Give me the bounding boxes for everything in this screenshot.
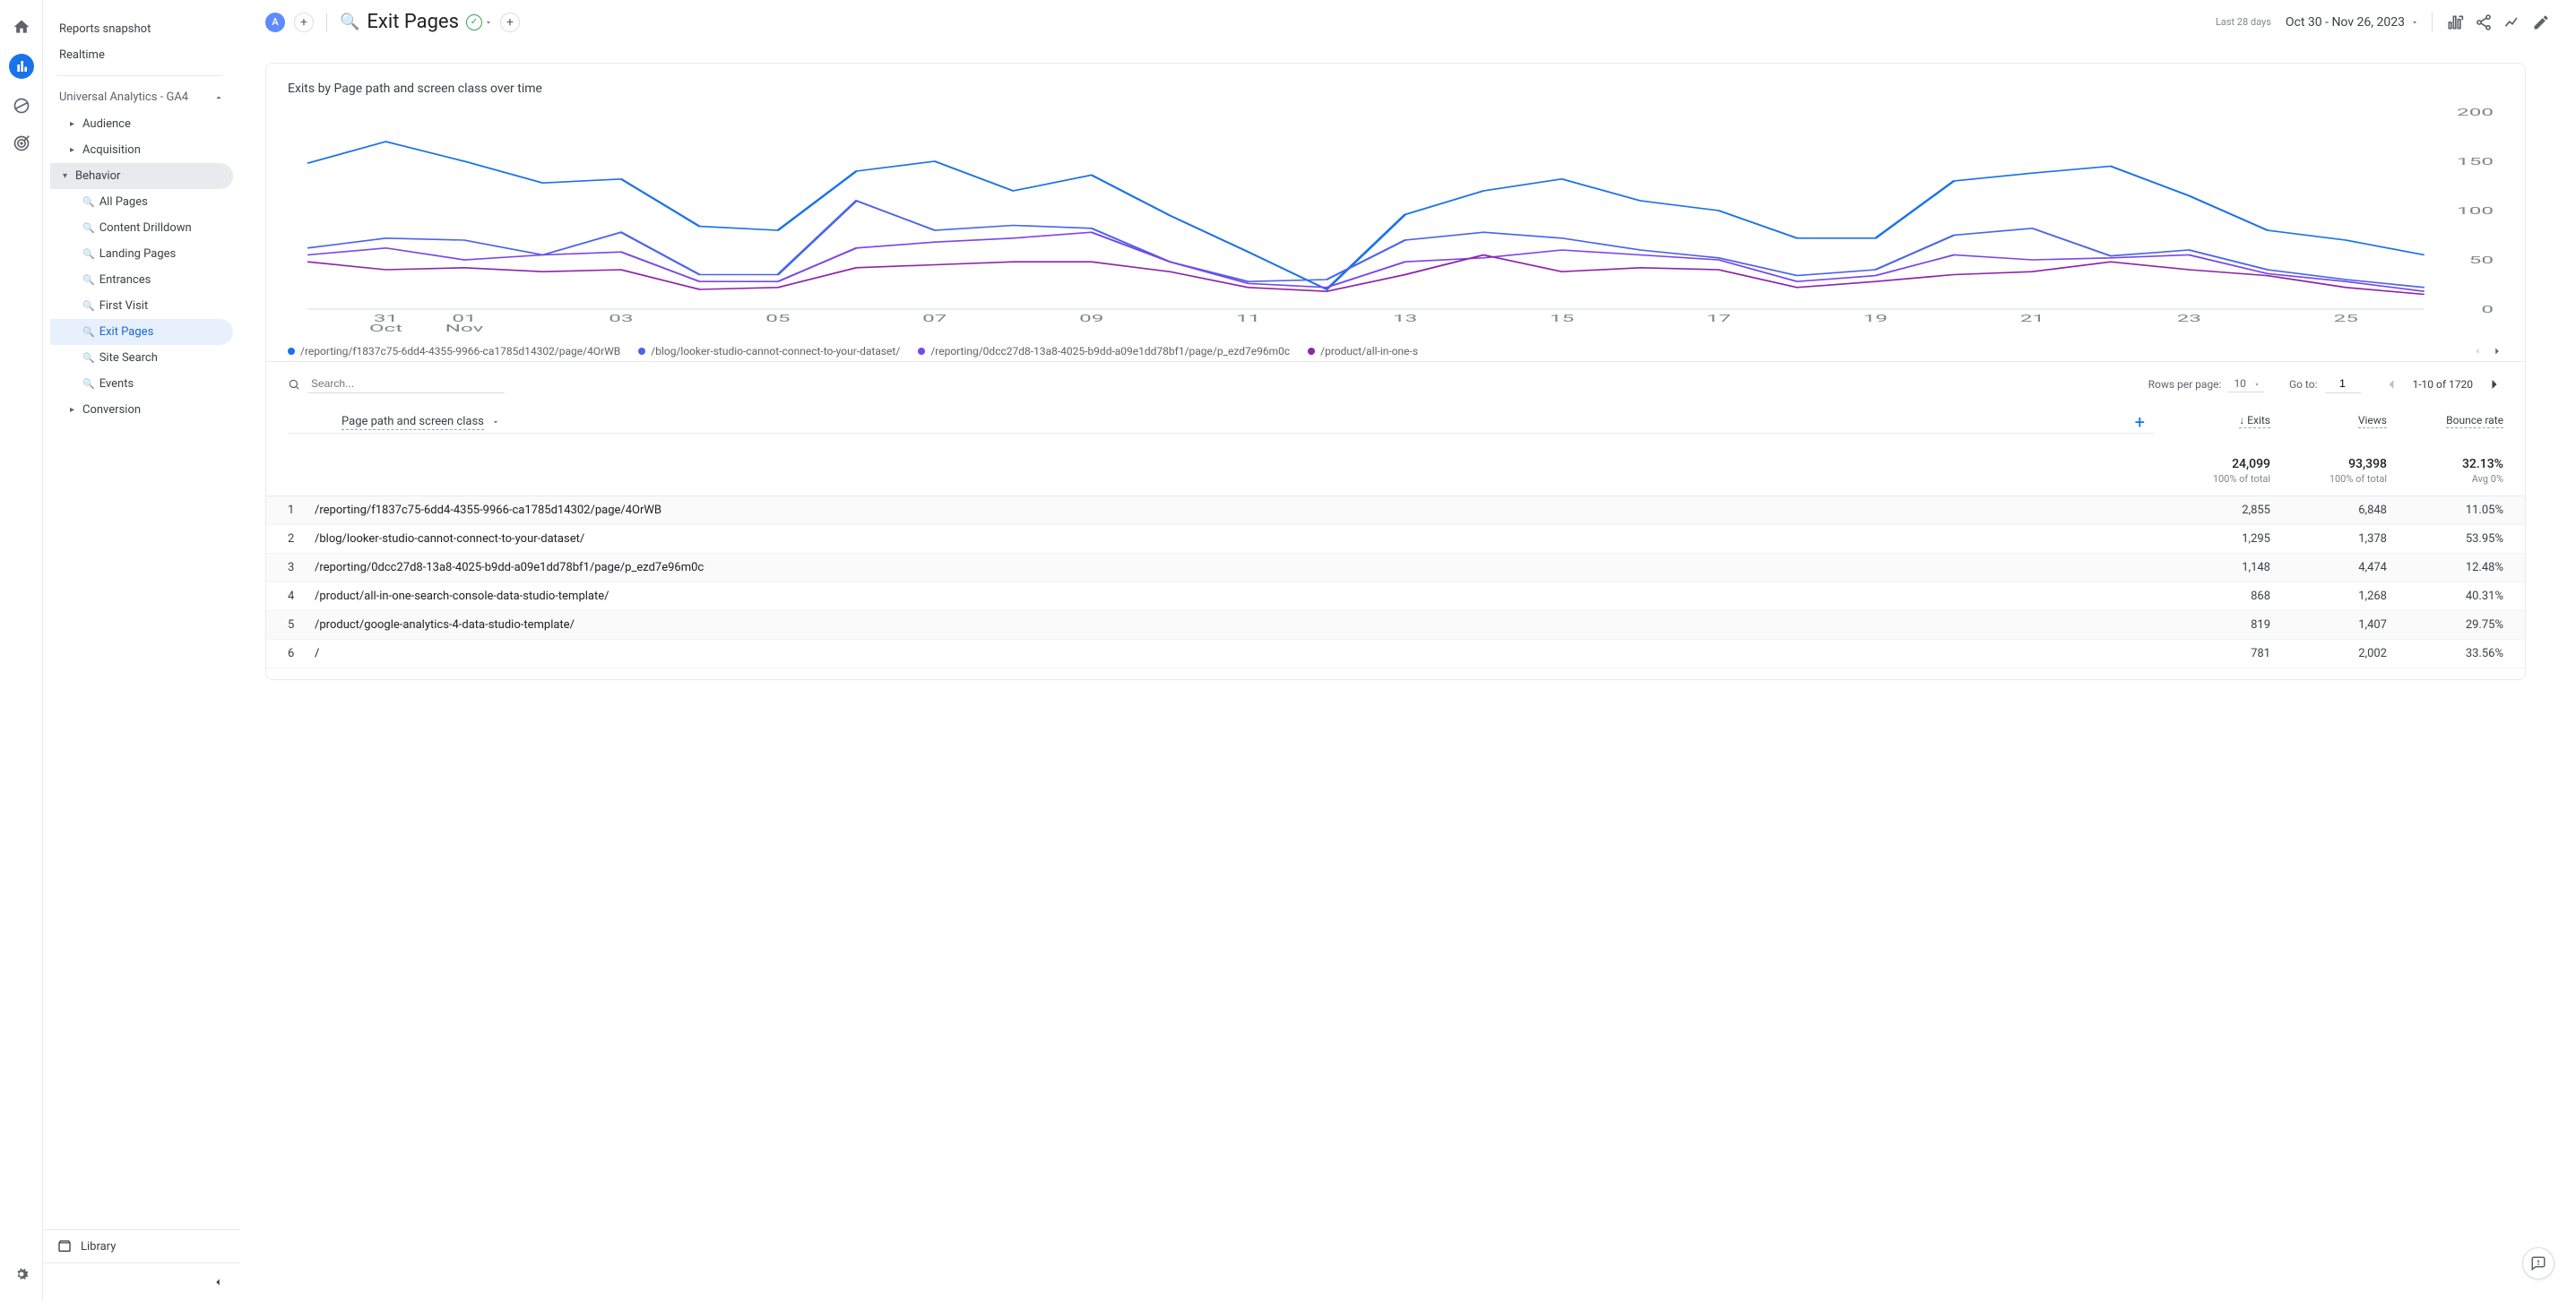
chevron-down-icon[interactable] [491,418,500,426]
nav-item-events[interactable]: 🔍Events [50,371,233,397]
legend-item[interactable]: /reporting/f1837c75-6dd4-4355-9966-ca178… [288,345,620,358]
svg-text:25: 25 [2334,313,2358,324]
next-page-icon[interactable] [2485,375,2503,393]
table-row[interactable]: 6/7812,00233.56% [266,640,2525,668]
table-search-input[interactable] [307,375,505,393]
nav-item-landing-pages[interactable]: 🔍Landing Pages [50,241,233,267]
total-exits: 24,099100% of total [2154,457,2270,485]
svg-text:Nov: Nov [445,323,484,334]
goto-page-input[interactable] [2325,375,2361,393]
library-label: Library [81,1240,116,1254]
svg-text:19: 19 [1863,313,1888,324]
page-title: Exit Pages [367,11,459,33]
svg-text:09: 09 [1079,313,1103,324]
table-header: Page path and screen class + ↓ ExitsView… [266,402,2525,443]
metric-header-bounce-rate[interactable]: Bounce rate [2387,414,2503,431]
svg-text:50: 50 [2469,254,2494,266]
rows-per-page-select[interactable]: 10 [2228,375,2264,392]
metric-header-exits[interactable]: ↓ Exits [2154,414,2270,431]
svg-text:23: 23 [2177,313,2201,324]
chart-legend: /reporting/f1837c75-6dd4-4355-9966-ca178… [266,336,2525,361]
nav-group-audience[interactable]: ▸Audience [50,111,233,137]
svg-text:17: 17 [1707,313,1731,324]
svg-text:0: 0 [2481,304,2494,315]
legend-next-icon[interactable] [2491,345,2503,358]
nav-group-acquisition[interactable]: ▸Acquisition [50,137,233,163]
date-range-picker[interactable]: Oct 30 - Nov 26, 2023 [2286,15,2419,30]
customize-report-icon[interactable] [2445,13,2465,32]
svg-text:15: 15 [1550,313,1574,324]
feedback-button[interactable] [2522,1247,2554,1279]
nav-rail [0,0,43,1301]
table-row[interactable]: 2/blog/looker-studio-cannot-connect-to-y… [266,525,2525,554]
svg-text:13: 13 [1393,313,1417,324]
add-dimension-button[interactable]: + [2135,411,2145,433]
svg-text:21: 21 [2020,313,2044,324]
nav-item-site-search[interactable]: 🔍Site Search [50,345,233,371]
metric-header-views[interactable]: Views [2270,414,2387,431]
chevron-down-icon[interactable] [484,18,493,27]
svg-text:03: 03 [609,313,633,324]
svg-text:Oct: Oct [369,323,402,334]
goto-label: Go to: [2289,378,2318,391]
table-row[interactable]: 4/product/all-in-one-search-console-data… [266,582,2525,611]
collapse-sidebar[interactable] [43,1263,240,1301]
page-range: 1-10 of 1720 [2413,378,2474,391]
svg-text:05: 05 [765,313,790,324]
nav-item-content-drilldown[interactable]: 🔍Content Drilldown [50,215,233,241]
search-icon [288,378,300,391]
total-bounce-rate: 32.13%Avg 0% [2387,457,2503,485]
legend-item[interactable]: /reporting/0dcc27d8-13a8-4025-b9dd-a09e1… [918,345,1290,358]
insights-icon[interactable] [2503,13,2522,32]
table-row[interactable]: 5/product/google-analytics-4-data-studio… [266,611,2525,640]
edit-icon[interactable] [2531,13,2551,32]
svg-text:11: 11 [1236,313,1260,324]
chart-title: Exits by Page path and screen class over… [266,82,2525,103]
search-icon: 🔍 [340,13,359,31]
nav-item-exit-pages[interactable]: 🔍Exit Pages [50,319,233,345]
table-row[interactable]: 1/reporting/f1837c75-6dd4-4355-9966-ca17… [266,496,2525,525]
legend-prev-icon[interactable] [2471,345,2484,358]
line-chart[interactable]: 05010015020031Oct01Nov030507091113151719… [288,103,2503,336]
nav-realtime[interactable]: Realtime [50,42,233,68]
svg-text:07: 07 [922,313,947,324]
totals-row: 24,099100% of total93,398100% of total32… [266,443,2525,496]
rows-per-page-label: Rows per page: [2148,378,2222,391]
svg-text:100: 100 [2457,205,2494,217]
nav-item-first-visit[interactable]: 🔍First Visit [50,293,233,319]
prev-page-icon[interactable] [2382,375,2400,393]
table-controls: Rows per page: 10 Go to: 1-10 of 1720 [266,361,2525,402]
svg-text:150: 150 [2457,156,2494,168]
nav-reports-snapshot[interactable]: Reports snapshot [50,16,233,42]
page-header: A + 🔍 Exit Pages ✓ + Last 28 days Oct 30… [240,0,2576,45]
dimension-picker[interactable]: Page path and screen class [341,415,484,430]
nav-item-all-pages[interactable]: 🔍All Pages [50,189,233,215]
legend-item[interactable]: /product/all-in-one-s [1308,345,1418,358]
share-icon[interactable] [2474,13,2494,32]
sidebar: Reports snapshotRealtime Universal Analyt… [43,0,240,1301]
reports-icon[interactable] [9,54,34,79]
add-comparison-button[interactable]: + [294,13,314,32]
total-views: 93,398100% of total [2270,457,2387,485]
nav-section-header[interactable]: Universal Analytics - GA4 [50,83,233,111]
legend-item[interactable]: /blog/looker-studio-cannot-connect-to-yo… [638,345,900,358]
advertising-icon[interactable] [11,133,32,154]
nav-item-entrances[interactable]: 🔍Entrances [50,267,233,293]
report-card: Exits by Page path and screen class over… [265,63,2526,680]
table-row[interactable]: 3/reporting/0dcc27d8-13a8-4025-b9dd-a09e… [266,554,2525,582]
audience-chip[interactable]: A [265,13,285,32]
date-preset-label: Last 28 days [2216,16,2271,28]
library-link[interactable]: Library [43,1229,240,1263]
home-icon[interactable] [11,16,32,38]
explore-icon[interactable] [11,95,32,116]
nav-group-behavior[interactable]: ▾Behavior [50,163,233,189]
nav-group-conversion[interactable]: ▸Conversion [50,397,233,423]
add-card-button[interactable]: + [500,13,520,32]
admin-icon[interactable] [11,1263,32,1285]
svg-text:200: 200 [2457,107,2494,118]
verified-icon[interactable]: ✓ [466,14,482,30]
